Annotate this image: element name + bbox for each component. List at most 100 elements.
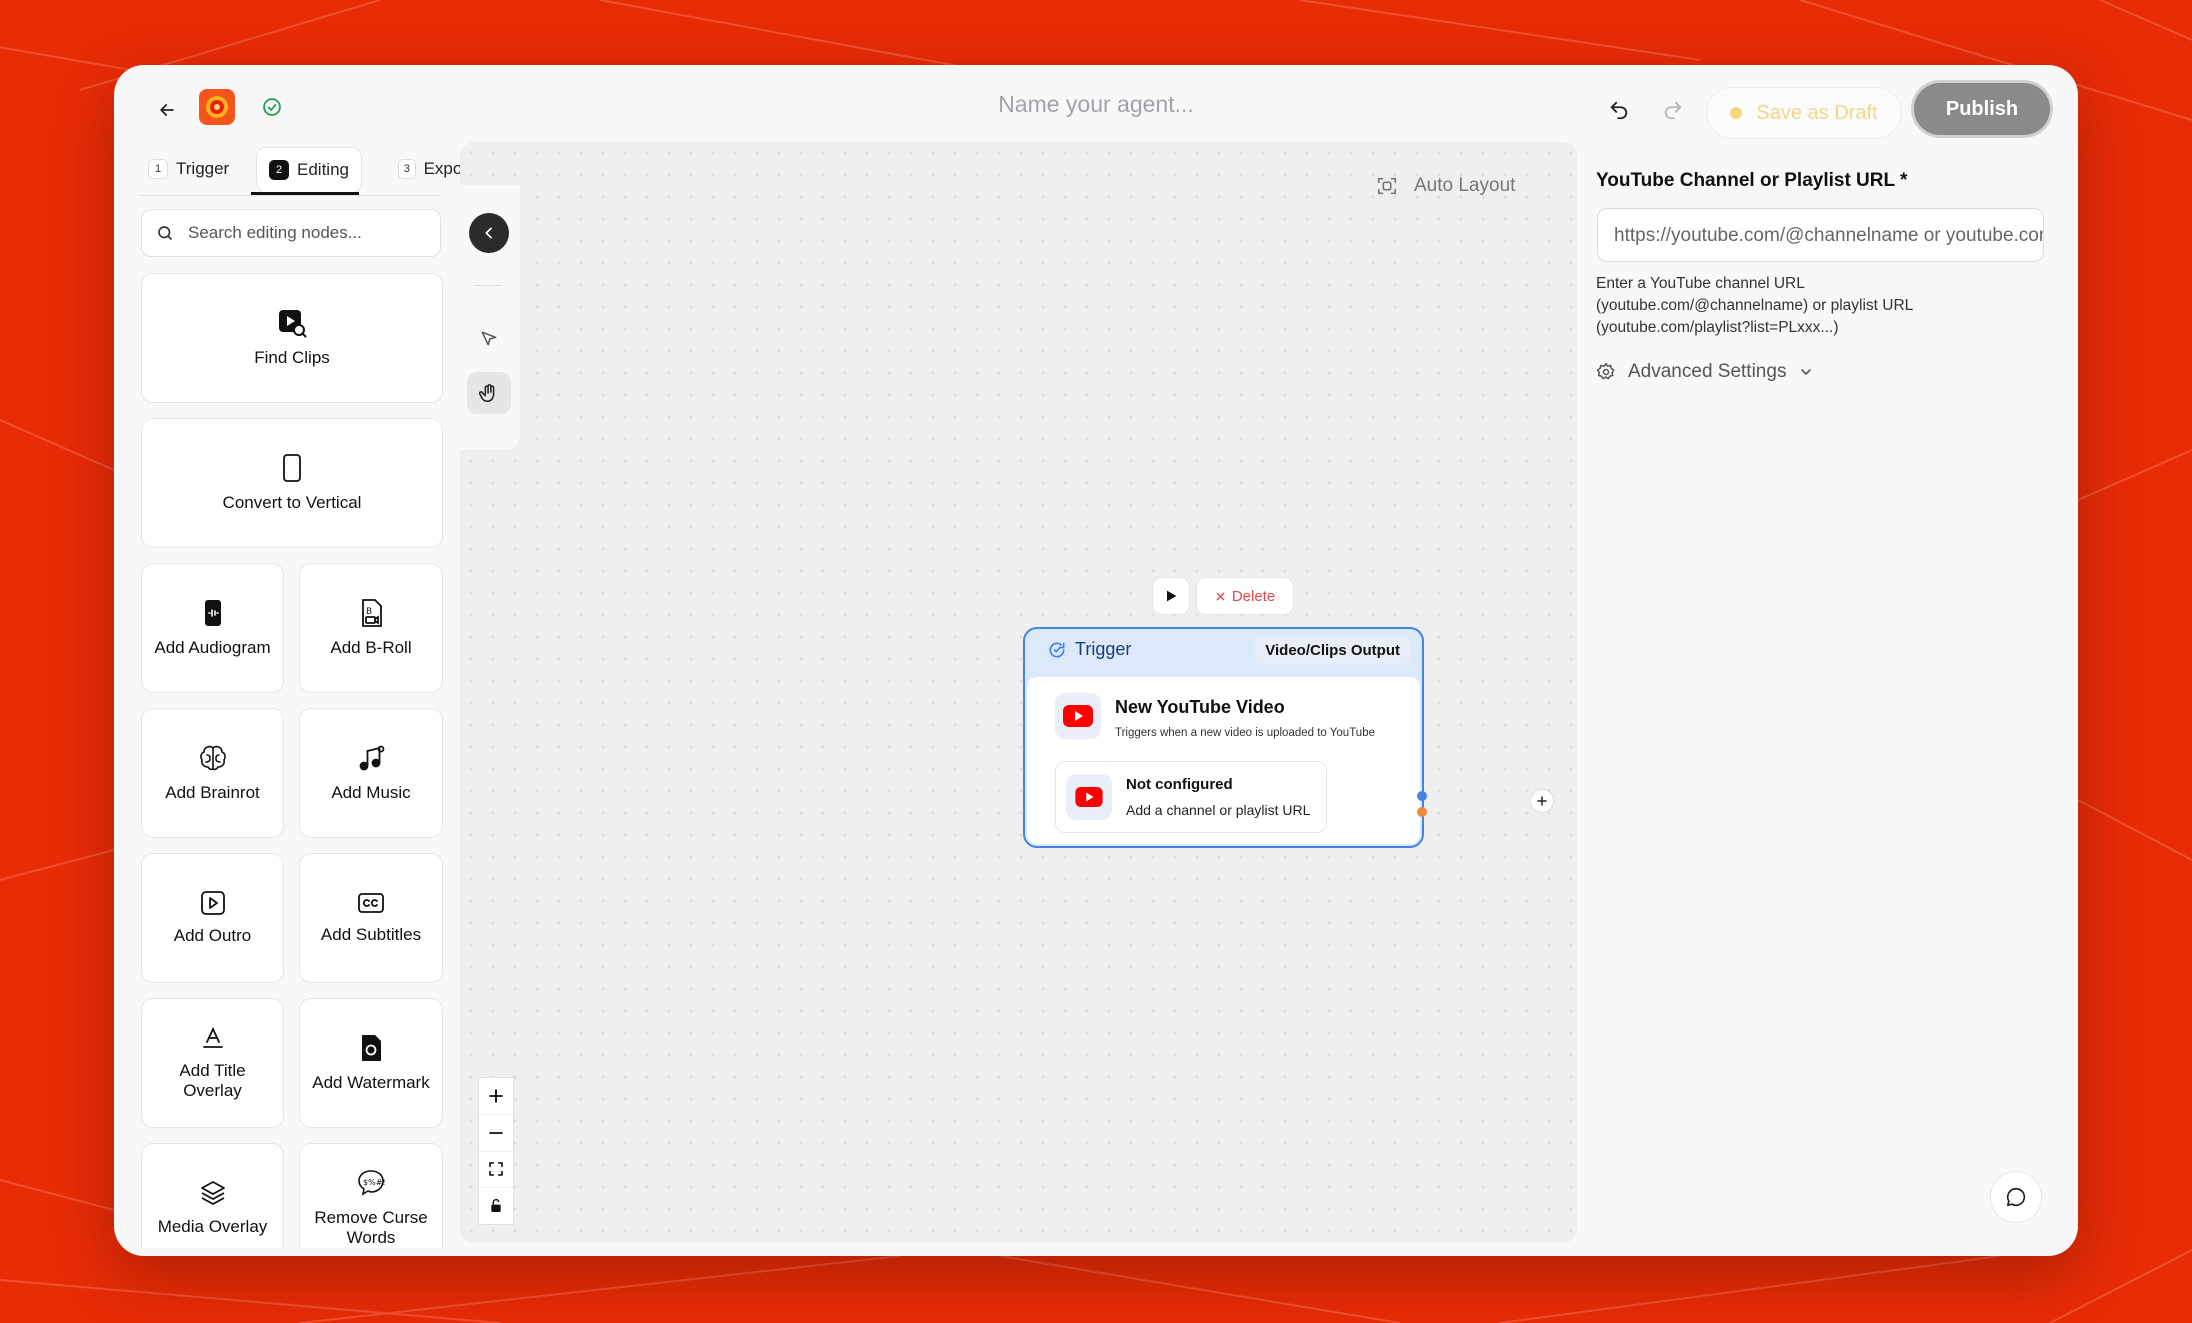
hand-icon [478, 382, 500, 404]
node-label: Find Clips [254, 348, 330, 367]
delete-label: Delete [1231, 587, 1276, 605]
node-label: Add Subtitles [320, 925, 422, 944]
active-tab-indicator [251, 192, 359, 195]
node-label: Add Audiogram [154, 638, 271, 657]
run-node-button[interactable] [1152, 577, 1190, 615]
save-draft-button[interactable]: Save as Draft [1706, 87, 1902, 139]
broll-icon: B [357, 598, 385, 628]
config-status-title: Not configured [1126, 776, 1233, 793]
refresh-icon [1047, 640, 1067, 660]
add-next-node-button[interactable] [1530, 789, 1554, 813]
zoom-out-button[interactable] [479, 1115, 513, 1152]
close-icon [1215, 591, 1226, 602]
agent-name-placeholder: Name your agent... [998, 91, 1194, 117]
node-add-subtitles[interactable]: Add Subtitles [299, 853, 443, 983]
tab-number: 2 [269, 160, 289, 180]
music-icon [356, 743, 386, 773]
youtube-url-input[interactable] [1598, 209, 2043, 261]
chat-support-button[interactable] [1990, 1171, 2042, 1223]
node-label: Add Brainrot [165, 783, 260, 802]
plus-icon [487, 1087, 505, 1105]
fullscreen-icon [488, 1161, 504, 1177]
node-find-clips[interactable]: Find Clips [141, 273, 443, 403]
node-type-label: Trigger [1075, 639, 1132, 659]
search-input[interactable] [186, 222, 430, 244]
node-label: Add Music [331, 783, 411, 802]
tab-number: 1 [148, 159, 168, 179]
lock-canvas-button[interactable] [479, 1188, 513, 1224]
youtube-icon [1075, 787, 1103, 807]
url-field-label: YouTube Channel or Playlist URL * [1596, 170, 1908, 191]
draft-status-dot [1730, 107, 1743, 119]
play-square-icon [200, 890, 226, 916]
chat-bubble-icon [2005, 1186, 2027, 1208]
node-label: Add Title Overlay [179, 1061, 246, 1100]
node-add-outro[interactable]: Add Outro [141, 853, 284, 983]
node-add-music[interactable]: Add Music [299, 708, 443, 838]
delete-node-button[interactable]: Delete [1196, 577, 1294, 615]
svg-text:B: B [366, 607, 372, 617]
tab-editing[interactable]: 2 Editing [256, 147, 362, 193]
advanced-settings-toggle[interactable]: Advanced Settings [1596, 361, 1814, 383]
node-title: New YouTube Video [1115, 697, 1285, 717]
undo-button[interactable] [1602, 93, 1636, 127]
tab-export[interactable]: 3 Expor [398, 147, 468, 191]
auto-layout-button[interactable]: Auto Layout [1376, 171, 1515, 201]
redo-button[interactable] [1656, 93, 1690, 127]
text-underline-icon [200, 1025, 226, 1051]
file-watermark-icon [358, 1033, 384, 1063]
chevron-down-icon [1798, 364, 1814, 380]
tab-trigger[interactable]: 1 Trigger [148, 147, 229, 191]
select-tool-button[interactable] [469, 319, 509, 359]
audiogram-icon [201, 598, 225, 628]
tab-label: Trigger [176, 159, 230, 178]
youtube-icon [1063, 705, 1093, 727]
node-label: Add Outro [173, 926, 252, 945]
node-add-b-roll[interactable]: B Add B-Roll [299, 563, 443, 693]
node-add-brainrot[interactable]: Add Brainrot [141, 708, 284, 838]
node-remove-curse-words[interactable]: $%#! Remove Curse Words [299, 1143, 443, 1248]
not-configured-card[interactable]: Not configured Add a channel or playlist… [1055, 761, 1327, 833]
play-icon [1163, 588, 1179, 604]
chevron-left-icon [481, 225, 497, 241]
node-label: Add Watermark [312, 1073, 430, 1092]
editing-nodes-list: Find Clips Convert to Vertical Add Audio… [141, 273, 443, 1248]
search-icon [156, 224, 174, 242]
output-badge: Video/Clips Output [1255, 636, 1410, 664]
node-label: Convert to Vertical [222, 493, 362, 512]
zoom-controls [478, 1077, 514, 1225]
auto-layout-label: Auto Layout [1414, 175, 1516, 196]
collapse-sidebar-button[interactable] [469, 213, 509, 253]
search-box [141, 209, 441, 257]
fit-view-button[interactable] [479, 1152, 513, 1189]
output-port-clips[interactable] [1417, 807, 1427, 817]
save-draft-label: Save as Draft [1756, 101, 1878, 124]
lock-icon [488, 1198, 504, 1214]
phone-icon [280, 453, 304, 483]
app-window: Name your agent... Save as Draft Publish… [114, 65, 2078, 1256]
zoom-in-button[interactable] [479, 1078, 513, 1115]
node-add-watermark[interactable]: Add Watermark [299, 998, 443, 1128]
tabs-divider [138, 195, 440, 196]
url-field-wrapper [1597, 208, 2044, 262]
undo-icon [1608, 99, 1630, 121]
video-search-icon [277, 308, 307, 338]
plus-icon [1536, 795, 1548, 807]
node-add-audiogram[interactable]: Add Audiogram [141, 563, 284, 693]
minus-icon [487, 1124, 505, 1142]
output-port-video[interactable] [1417, 791, 1427, 801]
pan-tool-button[interactable] [467, 372, 511, 414]
toolbar-divider [474, 285, 502, 286]
publish-button[interactable]: Publish [1914, 83, 2050, 135]
youtube-icon-tile [1055, 693, 1101, 739]
frame-focus-icon [1376, 175, 1398, 197]
trigger-node[interactable]: Trigger Video/Clips Output New YouTube V… [1023, 627, 1427, 848]
node-add-title-overlay[interactable]: Add Title Overlay [141, 998, 284, 1128]
node-convert-to-vertical[interactable]: Convert to Vertical [141, 418, 443, 548]
advanced-settings-label: Advanced Settings [1628, 361, 1787, 382]
node-media-overlay[interactable]: Media Overlay [141, 1143, 284, 1248]
node-header: Trigger [1047, 639, 1131, 660]
gear-icon [1596, 362, 1616, 382]
node-label: Add B-Roll [330, 638, 412, 657]
url-help-text: Enter a YouTube channel URL (youtube.com… [1596, 275, 1913, 336]
